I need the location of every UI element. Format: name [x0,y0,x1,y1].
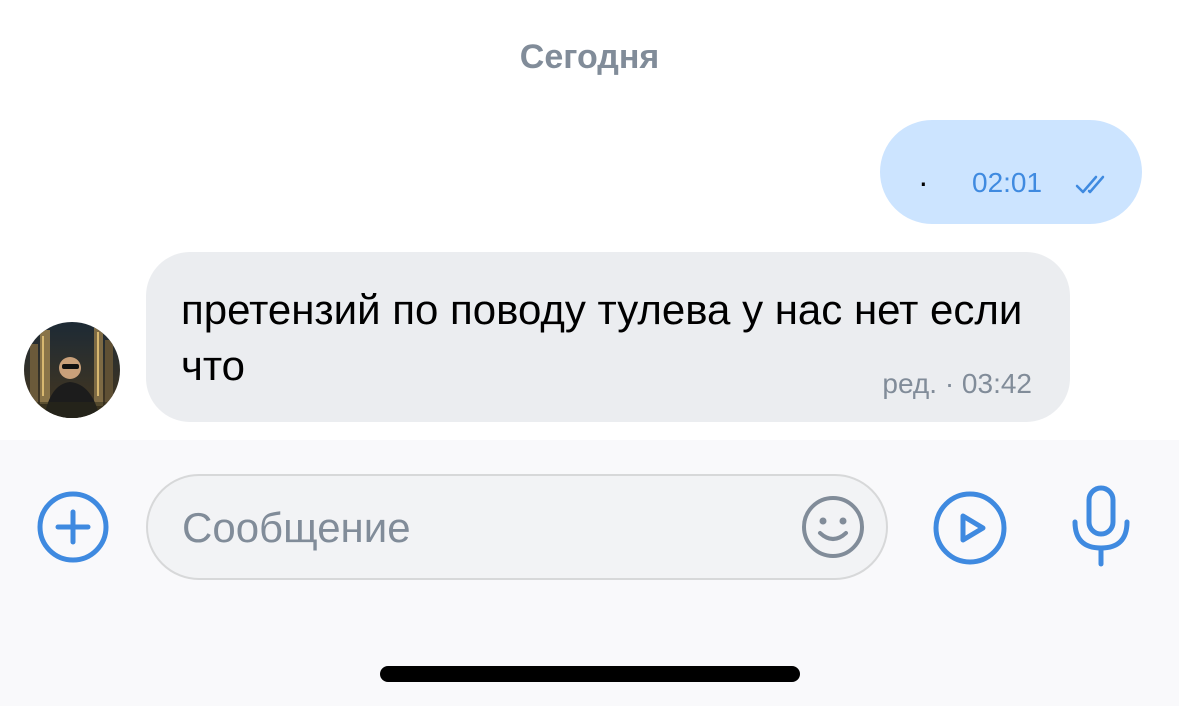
avatar[interactable] [24,322,120,418]
incoming-message-bubble[interactable]: претензий по поводу тулева у нас нет есл… [146,252,1070,422]
outgoing-message-time: 02:01 [972,167,1043,198]
plus-circle-icon[interactable] [34,488,112,566]
home-indicator [380,666,800,682]
outgoing-message-bubble[interactable]: · 02:01 [880,120,1142,224]
incoming-message-meta: ред. · 03:42 [882,368,1032,399]
microphone-icon[interactable] [1068,484,1134,568]
video-message-icon[interactable] [930,488,1010,568]
message-input-placeholder: Сообщение [182,504,411,551]
avatar-photo [24,322,120,418]
outgoing-message-text: · [918,164,929,200]
date-separator: Сегодня [519,38,660,76]
message-input[interactable]: Сообщение [146,474,888,580]
emoji-icon[interactable] [800,494,866,560]
double-check-icon [1075,175,1105,194]
